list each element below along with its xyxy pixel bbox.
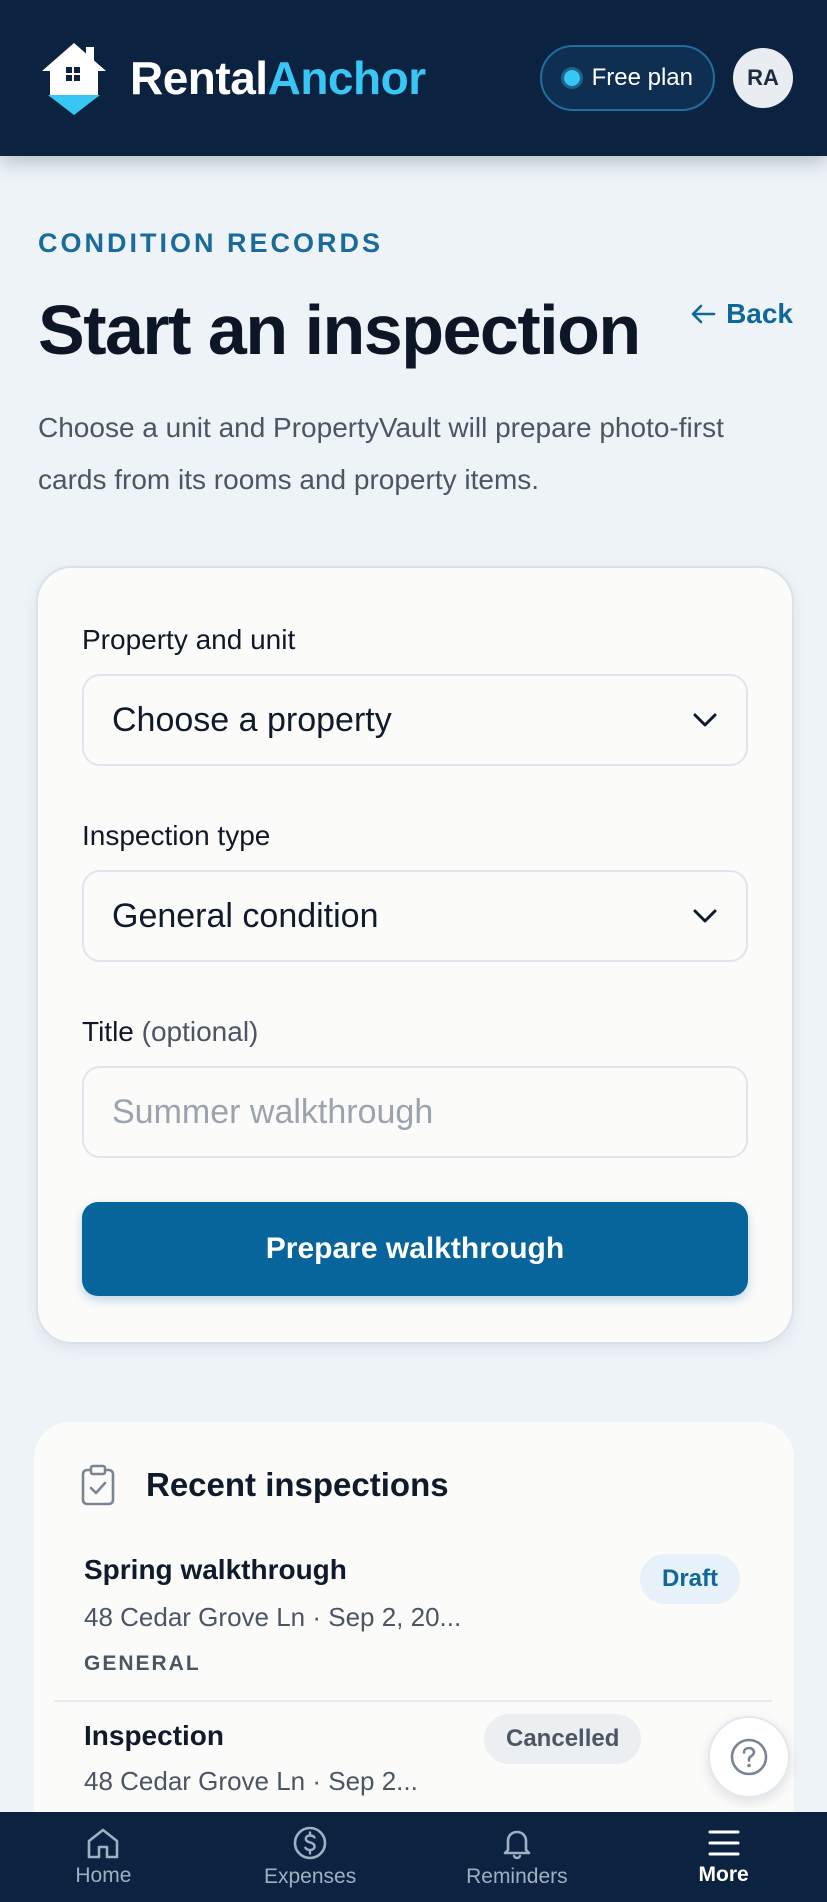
inspection-meta: 48 Cedar Grove Ln · Sep 2, 20...	[84, 1602, 462, 1632]
help-button[interactable]	[708, 1716, 790, 1798]
status-dot-icon	[563, 70, 580, 86]
dollar-icon	[293, 1826, 327, 1860]
app-header: RentalAnchor Free plan RA	[0, 0, 827, 156]
back-label: Back	[726, 298, 793, 329]
status-badge: Draft	[639, 1554, 740, 1604]
property-select-value: Choose a property	[112, 700, 392, 739]
property-field-label: Property and unit	[82, 624, 296, 655]
nav-label: Home	[75, 1864, 132, 1887]
nav-item-more[interactable]: More	[620, 1812, 827, 1902]
list-item[interactable]: Spring walkthrough 48 Cedar Grove Ln · S…	[54, 1554, 772, 1694]
inspection-type-select[interactable]: General condition	[82, 870, 748, 962]
status-badge: Cancelled	[484, 1714, 642, 1764]
divider	[54, 1700, 772, 1702]
title-field[interactable]	[82, 1066, 748, 1158]
list-item[interactable]: Inspection 48 Cedar Grove Ln · Sep 2... …	[54, 1714, 772, 1820]
menu-icon	[708, 1830, 740, 1856]
chevron-down-icon	[693, 909, 717, 923]
nav-label: Expenses	[264, 1865, 357, 1888]
nav-label: More	[698, 1863, 749, 1886]
inspection-form-card: Property and unit Choose a property Insp…	[36, 566, 794, 1344]
brand-name[interactable]: RentalAnchor	[130, 51, 426, 105]
type-select-value: General condition	[112, 896, 379, 935]
title-label-text: Title	[82, 1016, 134, 1047]
bottom-nav: Home Expenses Reminders More	[0, 1812, 827, 1902]
optional-hint: (optional)	[141, 1016, 259, 1047]
title-field-label: Title (optional)	[82, 1016, 258, 1048]
nav-label: Reminders	[466, 1865, 568, 1888]
section-eyebrow: CONDITION RECORDS	[38, 228, 384, 258]
inspection-meta: 48 Cedar Grove Ln · Sep 2...	[84, 1766, 418, 1796]
arrow-left-icon	[691, 304, 716, 324]
brand-part-2: Anchor	[267, 52, 427, 104]
inspection-name: Spring walkthrough	[84, 1554, 347, 1585]
page-title: Start an inspection	[38, 291, 641, 369]
title-input[interactable]	[112, 1092, 718, 1132]
recent-header: Recent inspections	[80, 1464, 449, 1506]
chevron-down-icon	[693, 713, 717, 727]
house-logo-icon	[42, 43, 106, 115]
nav-item-expenses[interactable]: Expenses	[207, 1812, 414, 1902]
intro-text: Choose a unit and PropertyVault will pre…	[38, 412, 724, 495]
back-link[interactable]: Back	[690, 298, 793, 330]
inspection-name: Inspection	[84, 1720, 225, 1751]
home-icon	[88, 1828, 119, 1859]
clipboard-check-icon	[81, 1464, 115, 1506]
property-select[interactable]: Choose a property	[82, 674, 748, 766]
inspection-kind: GENERAL	[84, 1652, 201, 1675]
recent-heading: Recent inspections	[146, 1466, 449, 1503]
question-circle-icon	[730, 1738, 768, 1776]
plan-badge-button[interactable]: Free plan	[539, 45, 715, 111]
nav-item-reminders[interactable]: Reminders	[414, 1812, 621, 1902]
nav-item-home[interactable]: Home	[0, 1812, 207, 1902]
type-field-label: Inspection type	[82, 820, 271, 851]
avatar[interactable]: RA	[733, 48, 793, 108]
bell-icon	[503, 1830, 531, 1860]
prepare-walkthrough-button[interactable]: Prepare walkthrough	[82, 1202, 748, 1296]
brand-part-1: Rental	[130, 52, 268, 104]
plan-label: Free plan	[591, 64, 693, 91]
